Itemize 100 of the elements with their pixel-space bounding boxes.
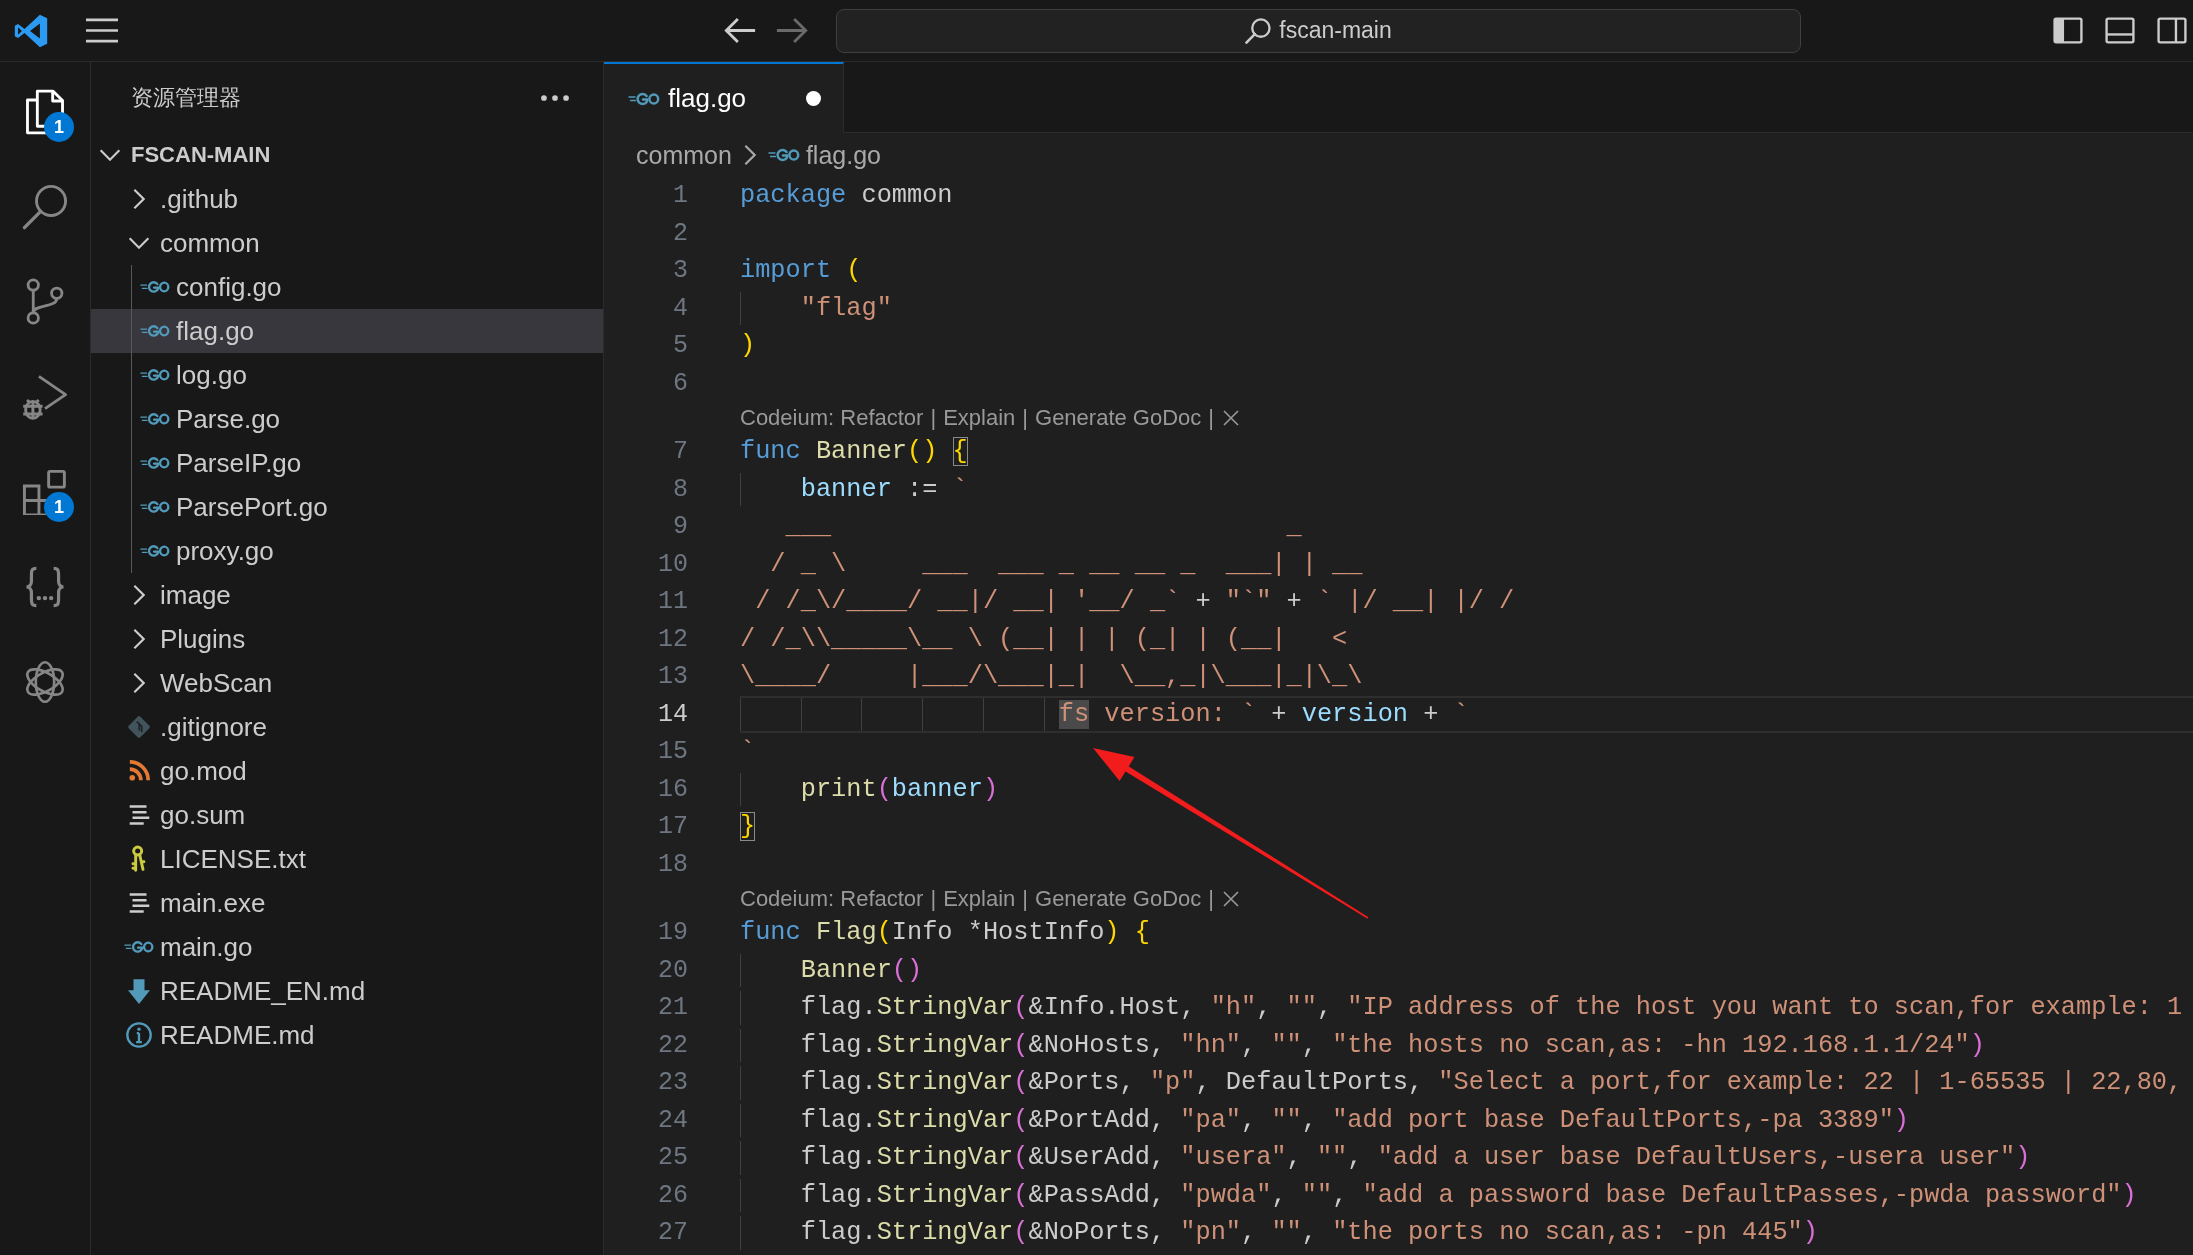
key-icon [131,845,147,873]
left-panel-layout-icon[interactable] [2053,17,2083,44]
notification-badge: 1 [44,112,74,142]
modified-dot-icon[interactable] [806,91,821,106]
file-item[interactable]: go.mod [91,749,603,793]
file-item[interactable]: config.go [91,265,603,309]
back-arrow-icon[interactable] [724,17,756,44]
line-number: 25 [658,1142,688,1174]
code-line: import ( [740,255,862,287]
braces-icon[interactable] [24,565,66,608]
line-number: 19 [658,917,688,949]
code-line: fs version: ` + version + ` [740,697,1469,731]
info-icon [126,1022,152,1048]
go-file-icon [140,544,170,558]
line-number: 2 [673,217,688,250]
folder-item[interactable]: WebScan [91,661,603,705]
extensions-icon[interactable] [22,468,68,515]
folder-item[interactable]: image [91,573,603,617]
codelens-separator: | [1022,404,1028,431]
line-number: 16 [658,773,688,806]
line-number: 21 [658,992,688,1024]
code-line: func Banner() { [740,436,968,468]
folder-item[interactable]: Plugins [91,617,603,661]
codelens-link[interactable]: Explain [943,885,1016,912]
text-lines-icon [128,805,150,825]
close-icon[interactable] [1223,890,1240,907]
file-item[interactable]: main.go [91,925,603,969]
go-file-icon [140,368,170,382]
code-line: ` [740,736,756,768]
folder-item[interactable]: FSCAN-MAIN [91,133,603,177]
command-center[interactable]: fscan-main [836,8,1801,53]
bottom-panel-layout-icon[interactable] [2105,17,2135,44]
go-file-icon [767,148,800,162]
file-item[interactable]: log.go [91,353,603,397]
right-panel-layout-icon[interactable] [2157,17,2187,44]
file-item[interactable]: ParsePort.go [91,485,603,529]
editor-tab[interactable]: flag.go [604,62,844,133]
code-line: package common [740,180,953,212]
down-arrow-icon [128,978,150,1004]
file-item[interactable]: README_EN.md [91,969,603,1013]
file-item[interactable]: proxy.go [91,529,603,573]
sidebar-title: 资源管理器 [131,83,241,112]
go-file-icon [140,412,170,426]
search-icon [1245,17,1272,44]
codelens-separator: | [930,404,937,431]
line-number: 23 [658,1067,688,1099]
line-number: 15 [658,736,688,768]
line-number: 13 [658,661,688,693]
line-number: 12 [658,623,688,656]
search-icon[interactable] [22,183,68,230]
close-icon[interactable] [1223,409,1240,426]
text-lines-icon [128,893,150,913]
code-line: flag.StringVar(&Info.Host, "h", "", "IP address of the host you want to scan,for example: 1 [740,991,2183,1025]
file-item[interactable]: main.exe [91,881,603,925]
menu-icon[interactable] [86,18,118,43]
go-file-icon [140,324,170,338]
line-number: 20 [658,954,688,987]
codelens-link[interactable]: Generate GoDoc [1035,885,1202,912]
file-item[interactable]: ParseIP.go [91,441,603,485]
file-item[interactable]: go.sum [91,793,603,837]
code-line: ) [740,330,756,362]
breadcrumb-item[interactable]: common [636,140,732,170]
codelens-link[interactable]: Generate GoDoc [1035,404,1202,431]
line-number: 17 [658,811,688,843]
notification-badge: 1 [44,492,74,522]
code-line: } [740,811,756,843]
more-actions-icon[interactable] [540,93,570,102]
line-number: 1 [673,180,688,212]
line-number: 14 [658,698,688,731]
line-number: 27 [658,1217,688,1249]
folder-item[interactable]: common [91,221,603,265]
code-line: / /_\/____/ __|/ __| '__/ _` + "`" + ` |/ __| |/ / [754,586,1515,618]
codelens-separator: | [1208,885,1215,912]
run-debug-icon[interactable] [22,373,68,420]
go-file-icon [124,940,154,954]
logo-icon [14,13,48,48]
code-line: func Flag(Info *HostInfo) { [740,917,1150,949]
code-line: flag.StringVar(&PassAdd, "pwda", "", "add a password base DefaultPasses,-pwda password") [740,1178,2137,1212]
line-number: 24 [658,1104,688,1137]
line-number: 10 [658,548,688,581]
code-line: flag.StringVar(&UserAdd, "usera", "", "add a user base DefaultUsers,-usera user") [740,1141,2031,1175]
codelens-link[interactable]: Explain [943,404,1016,431]
breadcrumb-item[interactable]: flag.go [767,140,881,170]
file-item[interactable]: .gitignore [91,705,603,749]
line-number: 7 [673,436,688,468]
file-item[interactable]: README.md [91,1013,603,1057]
source-control-icon[interactable] [26,278,64,325]
code-line: / /_\\_____\__ \ (__| | | (_| | (__| < [740,623,1348,656]
rss-icon [128,760,150,782]
file-item[interactable]: flag.go [91,309,603,353]
folder-item[interactable]: .github [91,177,603,221]
codelens-separator: | [1208,404,1215,431]
line-number: 5 [673,330,688,362]
file-item[interactable]: Parse.go [91,397,603,441]
line-number: 3 [673,255,688,287]
code-line: flag.StringVar(&NoHosts, "hn", "", "the hosts no scan,as: -hn 192.168.1.1/24") [740,1028,1985,1062]
line-number: 4 [673,292,688,325]
file-item[interactable]: LICENSE.txt [91,837,603,881]
codelens-link[interactable]: Codeium: Refactor [740,404,924,431]
codelens-link[interactable]: Codeium: Refactor [740,885,924,912]
